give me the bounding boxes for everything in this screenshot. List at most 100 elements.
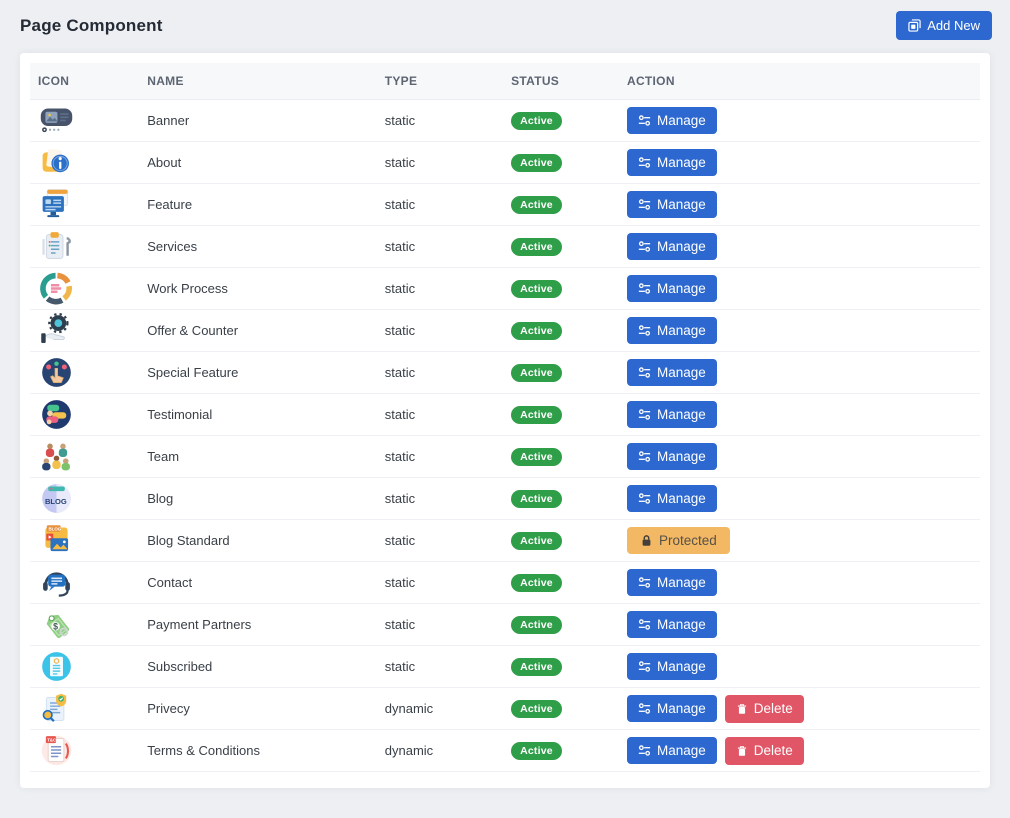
status-badge: Active: [511, 700, 562, 718]
table-row: BLOG Blog static Active Manage: [30, 478, 980, 520]
component-name: Blog Standard: [139, 520, 377, 562]
sliders-icon: [638, 408, 651, 421]
action-cell: Manage Delete: [619, 688, 980, 730]
add-new-button[interactable]: Add New: [896, 11, 992, 40]
status-badge: Active: [511, 154, 562, 172]
work-process-icon: [38, 270, 131, 307]
action-cell: Manage: [619, 100, 980, 142]
table-row: Privecy dynamic Active ManageDelete: [30, 688, 980, 730]
status-badge: Active: [511, 658, 562, 676]
component-type: static: [377, 142, 503, 184]
manage-button[interactable]: Manage: [627, 149, 717, 177]
component-name: Work Process: [139, 268, 377, 310]
action-cell: Manage: [619, 184, 980, 226]
component-type: dynamic: [377, 688, 503, 730]
sliders-icon: [638, 198, 651, 211]
manage-button[interactable]: Manage: [627, 737, 717, 765]
manage-button[interactable]: Manage: [627, 485, 717, 513]
action-cell: Manage: [619, 352, 980, 394]
delete-button[interactable]: Delete: [725, 695, 804, 723]
table-row: About static Active Manage: [30, 142, 980, 184]
svg-text:T&C: T&C: [47, 737, 57, 742]
manage-button[interactable]: Manage: [627, 611, 717, 639]
table-row: Offer & Counter static Active Manage: [30, 310, 980, 352]
sliders-icon: [638, 576, 651, 589]
manage-button[interactable]: Manage: [627, 569, 717, 597]
status-badge: Active: [511, 742, 562, 760]
component-type: static: [377, 310, 503, 352]
manage-label: Manage: [657, 576, 706, 590]
sliders-icon: [638, 114, 651, 127]
manage-button[interactable]: Manage: [627, 695, 717, 723]
component-name: Services: [139, 226, 377, 268]
manage-label: Manage: [657, 156, 706, 170]
table-row: Banner static Active Manage: [30, 100, 980, 142]
component-name: Contact: [139, 562, 377, 604]
status-badge: Active: [511, 448, 562, 466]
trash-icon: [736, 703, 748, 715]
manage-label: Manage: [657, 408, 706, 422]
components-table: ICONNAMETYPESTATUSACTION Banner static A…: [30, 63, 980, 772]
team-icon: [38, 438, 131, 475]
component-type: static: [377, 562, 503, 604]
subscribed-icon: [38, 648, 131, 685]
status-badge: Active: [511, 616, 562, 634]
manage-button[interactable]: Manage: [627, 653, 717, 681]
manage-label: Manage: [657, 660, 706, 674]
component-name: Blog: [139, 478, 377, 520]
column-header-action: ACTION: [619, 63, 980, 100]
action-cell: Manage: [619, 562, 980, 604]
manage-button[interactable]: Manage: [627, 359, 717, 387]
manage-button[interactable]: Manage: [627, 443, 717, 471]
feature-icon: [38, 186, 131, 223]
sliders-icon: [638, 240, 651, 253]
component-name: Team: [139, 436, 377, 478]
component-type: static: [377, 226, 503, 268]
manage-label: Manage: [657, 702, 706, 716]
payment-partners-icon: $: [38, 606, 131, 643]
delete-label: Delete: [754, 744, 793, 758]
table-row: Testimonial static Active Manage: [30, 394, 980, 436]
column-header-name: NAME: [139, 63, 377, 100]
privecy-icon: [38, 690, 131, 727]
component-name: Payment Partners: [139, 604, 377, 646]
component-name: Banner: [139, 100, 377, 142]
component-type: static: [377, 604, 503, 646]
sliders-icon: [638, 702, 651, 715]
status-badge: Active: [511, 406, 562, 424]
table-row: Special Feature static Active Manage: [30, 352, 980, 394]
manage-label: Manage: [657, 114, 706, 128]
sliders-icon: [638, 492, 651, 505]
component-type: static: [377, 184, 503, 226]
column-header-type: TYPE: [377, 63, 503, 100]
svg-text:$: $: [53, 622, 58, 632]
sliders-icon: [638, 282, 651, 295]
clone-icon: [908, 19, 921, 32]
page-header: Page Component Add New: [0, 0, 1010, 53]
manage-button[interactable]: Manage: [627, 317, 717, 345]
status-badge: Active: [511, 280, 562, 298]
manage-label: Manage: [657, 240, 706, 254]
manage-button[interactable]: Manage: [627, 401, 717, 429]
status-badge: Active: [511, 238, 562, 256]
sliders-icon: [638, 156, 651, 169]
special-feature-icon: [38, 354, 131, 391]
manage-button[interactable]: Manage: [627, 191, 717, 219]
about-icon: [38, 144, 131, 181]
action-cell: Manage: [619, 604, 980, 646]
manage-label: Manage: [657, 450, 706, 464]
manage-button[interactable]: Manage: [627, 275, 717, 303]
action-cell: Manage: [619, 310, 980, 352]
manage-label: Manage: [657, 744, 706, 758]
delete-button[interactable]: Delete: [725, 737, 804, 765]
status-badge: Active: [511, 364, 562, 382]
component-type: static: [377, 268, 503, 310]
component-type: static: [377, 100, 503, 142]
manage-button[interactable]: Manage: [627, 107, 717, 135]
table-body: Banner static Active Manage About static…: [30, 100, 980, 772]
sliders-icon: [638, 744, 651, 757]
banner-icon: [38, 102, 131, 139]
manage-label: Manage: [657, 366, 706, 380]
manage-button[interactable]: Manage: [627, 233, 717, 261]
action-cell: Manage: [619, 142, 980, 184]
